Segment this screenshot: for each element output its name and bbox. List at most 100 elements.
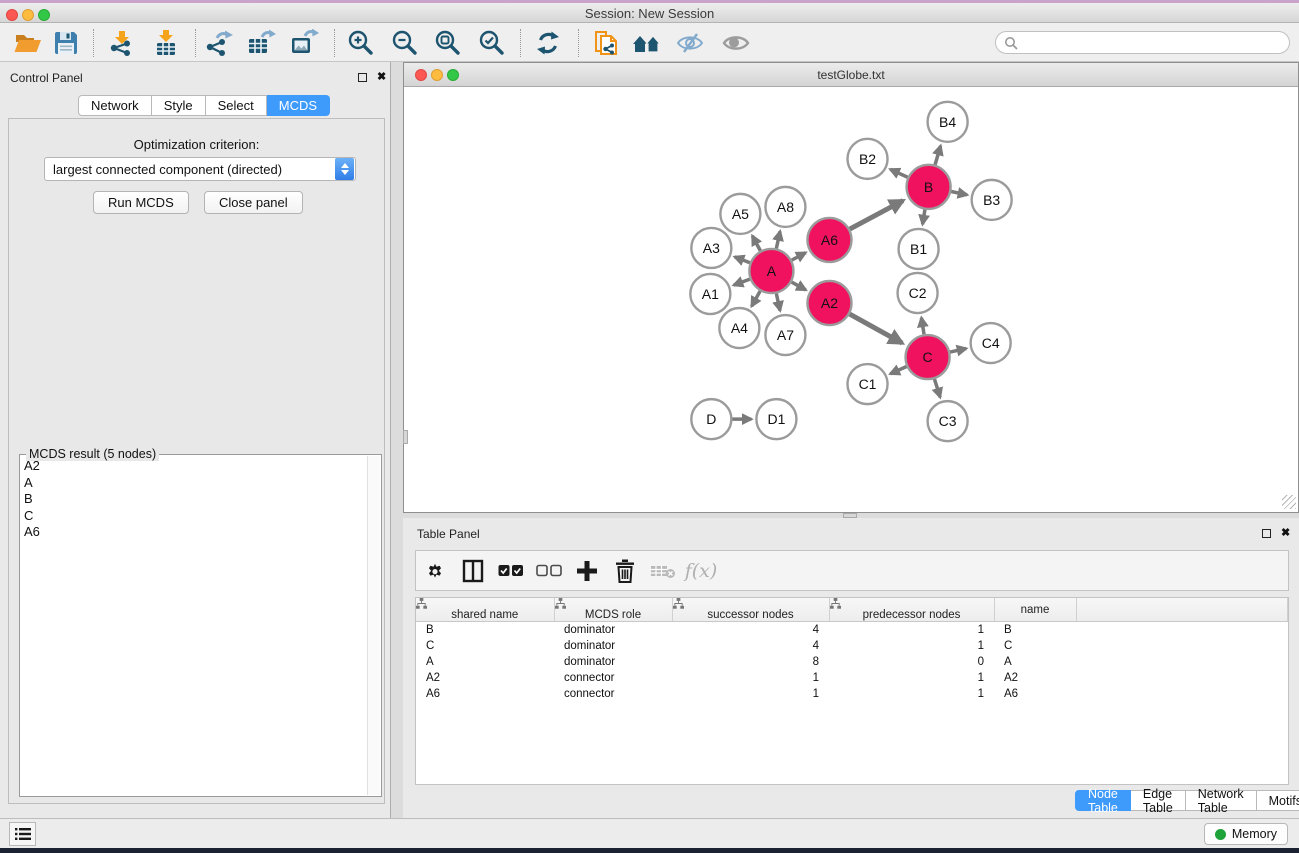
tab-mcds[interactable]: MCDS xyxy=(267,95,330,116)
zoom-out-button[interactable] xyxy=(387,27,423,59)
table-cell: 1 xyxy=(829,686,994,702)
checked-boxes-icon xyxy=(498,564,524,578)
list-icon xyxy=(15,827,31,841)
show-graphics-details-button[interactable] xyxy=(718,27,754,59)
open-session-button[interactable] xyxy=(10,27,46,59)
tab-node-table[interactable]: Node Table xyxy=(1075,790,1131,811)
table-cell: connector xyxy=(554,670,672,686)
mcds-result-item[interactable]: C xyxy=(21,508,366,525)
clone-network-button[interactable] xyxy=(588,27,624,59)
table-cell: 1 xyxy=(829,670,994,686)
zoom-selected-button[interactable] xyxy=(474,27,510,59)
mcds-result-list[interactable]: A2ABCA6 xyxy=(21,458,366,795)
network-view-window: testGlobe.txt B4B2BB3A8A5A6A3B1AC2A1A2A4… xyxy=(403,62,1299,513)
import-table-button[interactable] xyxy=(148,27,184,59)
table-row[interactable]: Adominator80A xyxy=(416,654,1288,670)
close-panel-icon[interactable]: ✖ xyxy=(377,70,386,83)
close-panel-button[interactable]: Close panel xyxy=(204,191,303,214)
column-header-successor-nodes[interactable]: successor nodes xyxy=(672,598,829,622)
search-input[interactable] xyxy=(1018,36,1289,50)
graph-edge-B-B3[interactable] xyxy=(951,192,967,195)
import-table-icon xyxy=(152,29,180,57)
show-task-history-button[interactable] xyxy=(9,822,36,846)
delete-column-button[interactable] xyxy=(606,554,644,588)
close-panel-icon[interactable]: ✖ xyxy=(1281,526,1290,539)
tab-network-table[interactable]: Network Table xyxy=(1186,790,1257,811)
column-header-predecessor-nodes[interactable]: predecessor nodes xyxy=(829,598,994,622)
import-network-button[interactable] xyxy=(103,27,139,59)
column-header-mcds-role[interactable]: MCDS role xyxy=(554,598,672,622)
graph-node-label: B2 xyxy=(859,151,876,167)
function-builder-button[interactable]: f(x) xyxy=(682,554,720,588)
node-table[interactable]: shared nameMCDS rolesuccessor nodesprede… xyxy=(415,597,1289,785)
result-scrollbar[interactable] xyxy=(367,456,380,795)
control-panel-header: Control Panel ✖ xyxy=(0,62,390,90)
mcds-result-item[interactable]: A2 xyxy=(21,458,366,475)
graph-node-label: D1 xyxy=(767,411,785,427)
resize-grip-icon[interactable] xyxy=(1282,495,1296,509)
graph-edge-B-B2[interactable] xyxy=(890,169,907,177)
tab-motifs[interactable]: Motifs xyxy=(1257,790,1299,811)
graph-edge-B-B4[interactable] xyxy=(935,146,941,165)
table-row[interactable]: A2connector11A2 xyxy=(416,670,1288,686)
show-all-networks-button[interactable] xyxy=(629,27,665,59)
toolbar-separator xyxy=(93,29,94,57)
table-cell: 1 xyxy=(672,670,829,686)
graph-edge-A-A4[interactable] xyxy=(752,291,761,306)
table-row[interactable]: A6connector11A6 xyxy=(416,686,1288,702)
show-column-button[interactable] xyxy=(454,554,492,588)
table-row[interactable]: Cdominator41C xyxy=(416,638,1288,654)
search-box[interactable] xyxy=(995,31,1290,54)
graph-edge-C-C1[interactable] xyxy=(890,367,906,374)
graph-edge-A-A6[interactable] xyxy=(792,253,806,260)
save-session-button[interactable] xyxy=(48,27,84,59)
float-panel-icon[interactable] xyxy=(1262,529,1271,538)
graph-edge-C-C4[interactable] xyxy=(950,348,966,352)
memory-label: Memory xyxy=(1232,827,1277,841)
unselect-all-columns-button[interactable] xyxy=(530,554,568,588)
zoom-fit-button[interactable] xyxy=(430,27,466,59)
tab-select[interactable]: Select xyxy=(206,95,267,116)
add-column-button[interactable] xyxy=(568,554,606,588)
graph-edge-A6-B[interactable] xyxy=(850,201,903,229)
refresh-view-button[interactable] xyxy=(530,27,566,59)
graph-edge-A-A3[interactable] xyxy=(735,257,750,263)
hide-graphics-details-button[interactable] xyxy=(672,27,708,59)
graph-edge-A-A7[interactable] xyxy=(776,293,780,310)
mcds-result-item[interactable]: A xyxy=(21,475,366,492)
column-header-name[interactable]: name xyxy=(994,598,1076,622)
tab-style[interactable]: Style xyxy=(152,95,206,116)
export-image-button[interactable] xyxy=(286,27,322,59)
graph-edge-C-C2[interactable] xyxy=(921,318,924,335)
network-graph[interactable]: B4B2BB3A8A5A6A3B1AC2A1A2A4A7C4CC1C3DD1 xyxy=(404,87,1298,511)
table-row[interactable]: Bdominator41B xyxy=(416,622,1288,638)
control-panel: Control Panel ✖ NetworkStyleSelectMCDS O… xyxy=(0,62,391,818)
splitter-handle[interactable] xyxy=(403,430,408,444)
toolbar-separator xyxy=(520,29,521,57)
float-panel-icon[interactable] xyxy=(358,73,367,82)
run-mcds-button[interactable]: Run MCDS xyxy=(93,191,189,214)
graph-edge-A-A5[interactable] xyxy=(752,236,760,251)
graph-edge-A-A2[interactable] xyxy=(792,282,806,290)
column-header-shared-name[interactable]: shared name xyxy=(416,598,554,622)
attribute-icon xyxy=(830,598,841,609)
memory-button[interactable]: Memory xyxy=(1204,823,1288,845)
graph-edge-A2-C[interactable] xyxy=(850,314,903,343)
tab-network[interactable]: Network xyxy=(78,95,152,116)
graph-edge-C-C3[interactable] xyxy=(934,379,940,397)
criterion-dropdown[interactable]: largest connected component (directed) xyxy=(44,157,356,181)
export-table-button[interactable] xyxy=(243,27,279,59)
graph-edge-B-B1[interactable] xyxy=(923,210,925,225)
network-window-titlebar[interactable]: testGlobe.txt xyxy=(404,63,1298,87)
graph-edge-A-A8[interactable] xyxy=(776,231,780,248)
zoom-in-button[interactable] xyxy=(343,27,379,59)
delete-table-button[interactable] xyxy=(644,554,682,588)
network-canvas[interactable]: B4B2BB3A8A5A6A3B1AC2A1A2A4A7C4CC1C3DD1 xyxy=(404,87,1298,511)
table-settings-button[interactable] xyxy=(416,554,454,588)
export-network-button[interactable] xyxy=(201,27,237,59)
graph-edge-A-A1[interactable] xyxy=(734,279,750,285)
tab-edge-table[interactable]: Edge Table xyxy=(1131,790,1186,811)
mcds-result-item[interactable]: A6 xyxy=(21,524,366,541)
select-all-columns-button[interactable] xyxy=(492,554,530,588)
mcds-result-item[interactable]: B xyxy=(21,491,366,508)
